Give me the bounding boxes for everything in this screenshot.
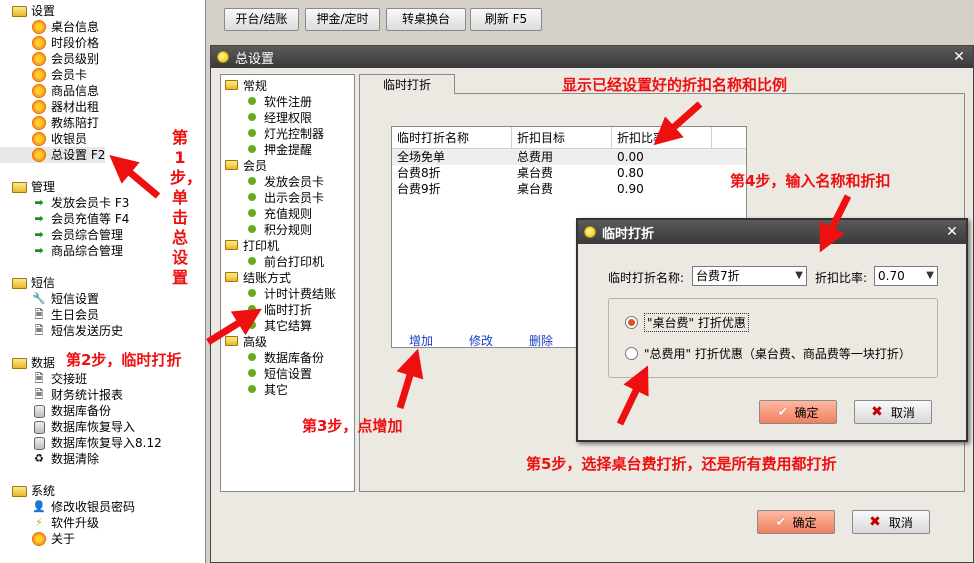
arrow-step5 bbox=[616, 365, 649, 426]
arrow-top-note bbox=[653, 101, 703, 146]
arrow-step3 bbox=[396, 348, 424, 410]
arrow-step1 bbox=[109, 154, 161, 199]
annotation-arrows bbox=[109, 101, 852, 426]
arrow-step4 bbox=[819, 194, 852, 253]
arrow-step2 bbox=[206, 308, 262, 345]
